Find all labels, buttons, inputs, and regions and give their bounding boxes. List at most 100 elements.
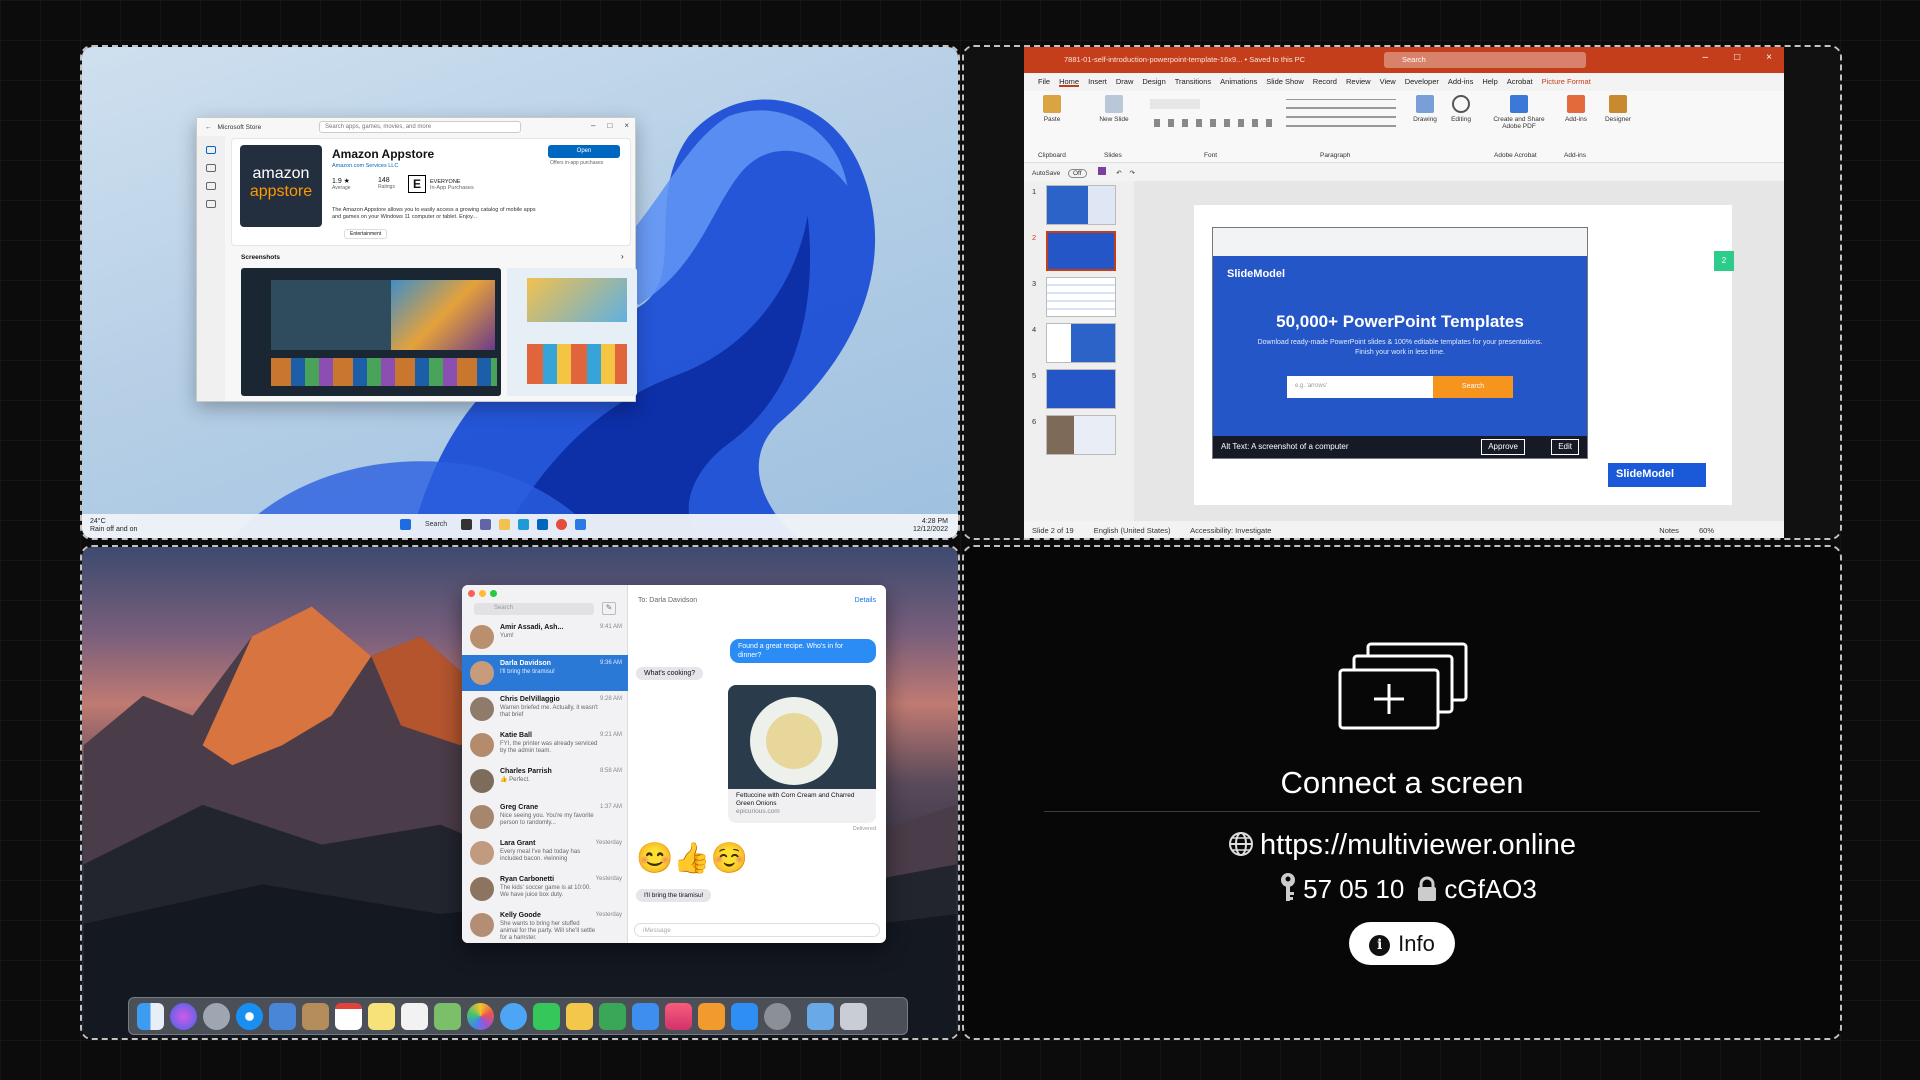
books-icon[interactable] <box>698 1002 725 1030</box>
create-share-pdf-button[interactable]: Create and Share Adobe PDF <box>1486 95 1552 130</box>
tab-animations[interactable]: Animations <box>1220 77 1257 87</box>
screen-tile-powerpoint[interactable]: 7881-01-self-introduction-powerpoint-tem… <box>962 45 1842 540</box>
open-button[interactable]: Open <box>548 145 620 158</box>
music-icon[interactable] <box>665 1002 692 1030</box>
screen-tile-windows[interactable]: ← Microsoft Store Search apps, games, mo… <box>80 45 960 540</box>
tab-record[interactable]: Record <box>1313 77 1337 87</box>
store-icon[interactable] <box>537 519 549 530</box>
chat-icon[interactable] <box>480 519 492 530</box>
conversation-item-selected[interactable]: Darla Davidson 9:36 AM I'll bring the ti… <box>462 655 628 691</box>
conversation-item[interactable]: Lara Grant Yesterday Every meal I've had… <box>462 835 628 871</box>
minimize-icon[interactable]: – <box>1703 52 1709 63</box>
contacts-icon[interactable] <box>302 1002 329 1030</box>
slide-thumb-4[interactable] <box>1046 323 1116 363</box>
launchpad-icon[interactable] <box>203 1002 230 1030</box>
store-back-icon[interactable]: ← <box>205 124 212 131</box>
tab-picture-format[interactable]: Picture Format <box>1542 77 1591 87</box>
movies-icon[interactable] <box>206 200 216 208</box>
maximize-icon[interactable]: □ <box>607 121 612 130</box>
new-slide-button[interactable]: New Slide <box>1098 95 1130 123</box>
tab-review[interactable]: Review <box>1346 77 1371 87</box>
home-icon[interactable] <box>206 146 216 154</box>
task-view-icon[interactable] <box>461 519 473 530</box>
trash-icon[interactable] <box>840 1002 867 1030</box>
screenshot-2[interactable] <box>507 268 637 396</box>
app-store-icon[interactable] <box>731 1002 758 1030</box>
messages-icon[interactable] <box>500 1002 527 1030</box>
save-icon[interactable] <box>1098 167 1107 175</box>
conversation-item[interactable]: Chris DelVillaggio 9:28 AM Warren briefe… <box>462 691 628 727</box>
tab-draw[interactable]: Draw <box>1116 77 1134 87</box>
tab-view[interactable]: View <box>1380 77 1396 87</box>
safari-icon[interactable] <box>236 1002 263 1030</box>
editing-button[interactable]: Editing <box>1444 95 1478 123</box>
paragraph-buttons[interactable] <box>1286 99 1396 127</box>
language-indicator[interactable]: English (United States) <box>1094 526 1171 535</box>
edge-icon[interactable] <box>518 519 530 530</box>
tab-developer[interactable]: Developer <box>1405 77 1439 87</box>
gaming-icon[interactable] <box>206 182 216 190</box>
chrome-icon[interactable] <box>556 519 568 530</box>
reminders-icon[interactable] <box>401 1002 428 1030</box>
notes-icon[interactable] <box>368 1002 395 1030</box>
calendar-icon[interactable] <box>335 1002 362 1030</box>
conversation-item[interactable]: Katie Ball 9:21 AM FYI, the printer was … <box>462 727 628 763</box>
mail-icon[interactable] <box>269 1002 296 1030</box>
pages-icon[interactable] <box>566 1002 593 1030</box>
add-ins-button[interactable]: Add-ins <box>1558 95 1594 123</box>
conversation-item[interactable]: Kelly Goode Yesterday She wants to bring… <box>462 907 628 943</box>
messages-window[interactable]: Search ✎ Amir Assadi, Ash... 9:41 AM Yum… <box>462 585 886 943</box>
conversation-item[interactable]: Greg Crane 1:37 AM Nice seeing you. You'… <box>462 799 628 835</box>
designer-button[interactable]: Designer <box>1600 95 1636 123</box>
microsoft-store-window[interactable]: ← Microsoft Store Search apps, games, mo… <box>196 117 637 402</box>
font-format-buttons[interactable] <box>1154 119 1274 127</box>
slide-thumb-1[interactable] <box>1046 185 1116 225</box>
windows-start-icon[interactable] <box>400 519 411 530</box>
tab-add-ins[interactable]: Add-ins <box>1448 77 1473 87</box>
zoom-icon[interactable] <box>490 590 497 597</box>
screenshot-1[interactable] <box>241 268 501 396</box>
slide-thumb-5[interactable] <box>1046 369 1116 409</box>
taskbar-search[interactable]: Search <box>419 521 453 528</box>
tab-file[interactable]: File <box>1038 77 1050 87</box>
maps-icon[interactable] <box>434 1002 461 1030</box>
category-tag[interactable]: Entertainment <box>344 229 388 239</box>
downloads-folder-icon[interactable] <box>807 1002 834 1030</box>
paste-button[interactable]: Paste <box>1036 95 1068 123</box>
close-icon[interactable]: × <box>624 121 629 130</box>
drawing-button[interactable]: Drawing <box>1408 95 1442 123</box>
siri-icon[interactable] <box>170 1002 197 1030</box>
approve-button[interactable]: Approve <box>1481 439 1525 455</box>
font-name-select[interactable] <box>1150 99 1200 109</box>
slide-thumb-2[interactable] <box>1046 231 1116 271</box>
connect-url-link[interactable]: https://multiviewer.online <box>1260 829 1576 861</box>
compose-icon[interactable]: ✎ <box>602 602 616 615</box>
weather-widget[interactable]: 24°C Rain off and on <box>90 518 137 534</box>
zoom-level[interactable]: 60% <box>1699 526 1714 535</box>
keynote-icon[interactable] <box>632 1002 659 1030</box>
close-icon[interactable] <box>468 590 475 597</box>
notes-button[interactable]: Notes <box>1659 526 1679 535</box>
screen-tile-macos[interactable]: Search ✎ Amir Assadi, Ash... 9:41 AM Yum… <box>80 545 960 1040</box>
edit-button[interactable]: Edit <box>1551 439 1579 455</box>
system-preferences-icon[interactable] <box>764 1002 791 1030</box>
tab-home[interactable]: Home <box>1059 77 1080 87</box>
tab-help[interactable]: Help <box>1482 77 1497 87</box>
tab-design[interactable]: Design <box>1142 77 1165 87</box>
tab-transitions[interactable]: Transitions <box>1175 77 1211 87</box>
accessibility-indicator[interactable]: Accessibility: Investigate <box>1190 526 1271 535</box>
store-search-input[interactable]: Search apps, games, movies, and more <box>319 121 521 133</box>
slide-thumb-3[interactable] <box>1046 277 1116 317</box>
chevron-right-icon[interactable]: › <box>621 252 624 261</box>
details-button[interactable]: Details <box>855 597 876 604</box>
ppt-search-input[interactable]: Search <box>1384 52 1586 68</box>
undo-icon[interactable]: ↶ <box>1116 170 1121 177</box>
facetime-icon[interactable] <box>533 1002 560 1030</box>
recipe-link-preview[interactable]: Fettuccine with Corn Cream and Charred G… <box>728 685 876 823</box>
close-icon[interactable]: × <box>1766 52 1772 63</box>
conversation-item[interactable]: Ryan Carbonetti Yesterday The kids' socc… <box>462 871 628 907</box>
apps-icon[interactable] <box>206 164 216 172</box>
imessage-input[interactable]: iMessage <box>634 923 880 937</box>
current-slide[interactable]: SlideModel 50,000+ PowerPoint Templates … <box>1194 205 1734 505</box>
taskbar-clock[interactable]: 4:28 PM 12/12/2022 <box>913 518 948 534</box>
